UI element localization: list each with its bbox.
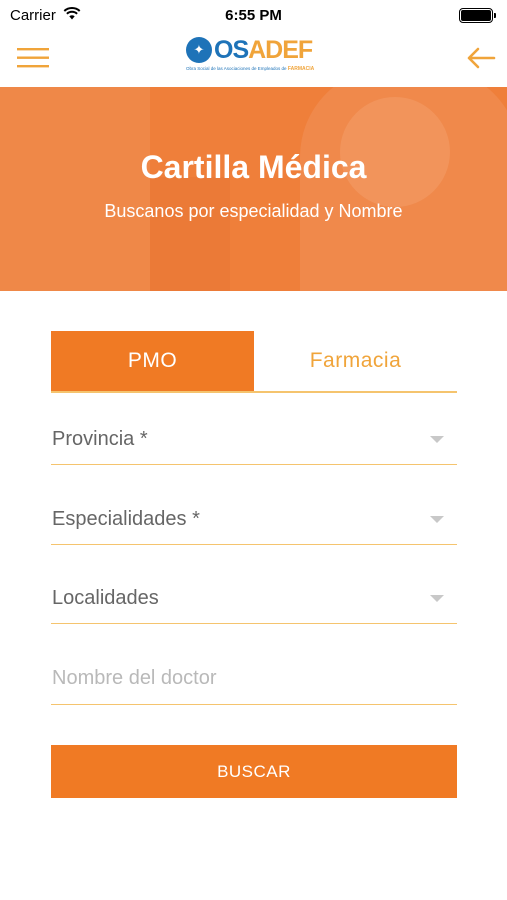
especialidades-label: Especialidades * bbox=[52, 508, 200, 530]
chevron-down-icon bbox=[430, 595, 444, 602]
logo-tagline-highlight: FARMACIA bbox=[287, 66, 315, 72]
hero-banner: Cartilla Médica Buscanos por especialida… bbox=[0, 87, 507, 291]
provincia-select[interactable]: Provincia * bbox=[51, 415, 457, 465]
tab-bar: PMO Farmacia bbox=[51, 331, 457, 393]
screen: Carrier 6:55 PM ✦ OS ADEF Obra Social de… bbox=[0, 0, 507, 900]
wifi-icon bbox=[63, 6, 81, 24]
search-button[interactable]: BUSCAR bbox=[51, 745, 457, 798]
especialidades-select[interactable]: Especialidades * bbox=[51, 495, 457, 545]
tab-farmacia[interactable]: Farmacia bbox=[254, 331, 457, 391]
doctor-name-input[interactable] bbox=[51, 653, 457, 705]
chevron-down-icon bbox=[430, 436, 444, 443]
logo-tagline-text: Obra Social de las Asociaciones de Emple… bbox=[186, 66, 287, 71]
logo-tagline: Obra Social de las Asociaciones de Emple… bbox=[186, 66, 326, 72]
hero-title: Cartilla Médica bbox=[140, 149, 367, 185]
chevron-down-icon bbox=[430, 516, 444, 523]
logo-text-os: OS bbox=[214, 36, 249, 64]
battery-level bbox=[461, 9, 491, 21]
hero-bg-shape bbox=[0, 87, 150, 291]
hero-bg-shape bbox=[150, 177, 230, 291]
logo-text-adef: ADEF bbox=[248, 36, 313, 64]
logo-row: ✦ OS ADEF bbox=[186, 36, 326, 64]
status-bar: Carrier 6:55 PM bbox=[0, 0, 507, 30]
osadef-logo: ✦ OS ADEF Obra Social de las Asociaciones… bbox=[186, 36, 326, 80]
status-left: Carrier bbox=[10, 7, 81, 24]
localidades-select[interactable]: Localidades bbox=[51, 574, 457, 624]
localidades-label: Localidades bbox=[52, 587, 159, 609]
carrier-label: Carrier bbox=[10, 6, 56, 24]
nav-bar: ✦ OS ADEF Obra Social de las Asociaciones… bbox=[0, 30, 507, 86]
arrow-left-icon[interactable] bbox=[465, 44, 497, 72]
hamburger-menu-icon[interactable] bbox=[17, 46, 49, 70]
tab-pmo[interactable]: PMO bbox=[51, 331, 254, 391]
battery-icon bbox=[459, 7, 496, 23]
hero-subtitle: Buscanos por especialidad y Nombre bbox=[104, 201, 403, 221]
provincia-label: Provincia * bbox=[52, 428, 148, 450]
logo-mark-icon: ✦ bbox=[186, 37, 212, 63]
